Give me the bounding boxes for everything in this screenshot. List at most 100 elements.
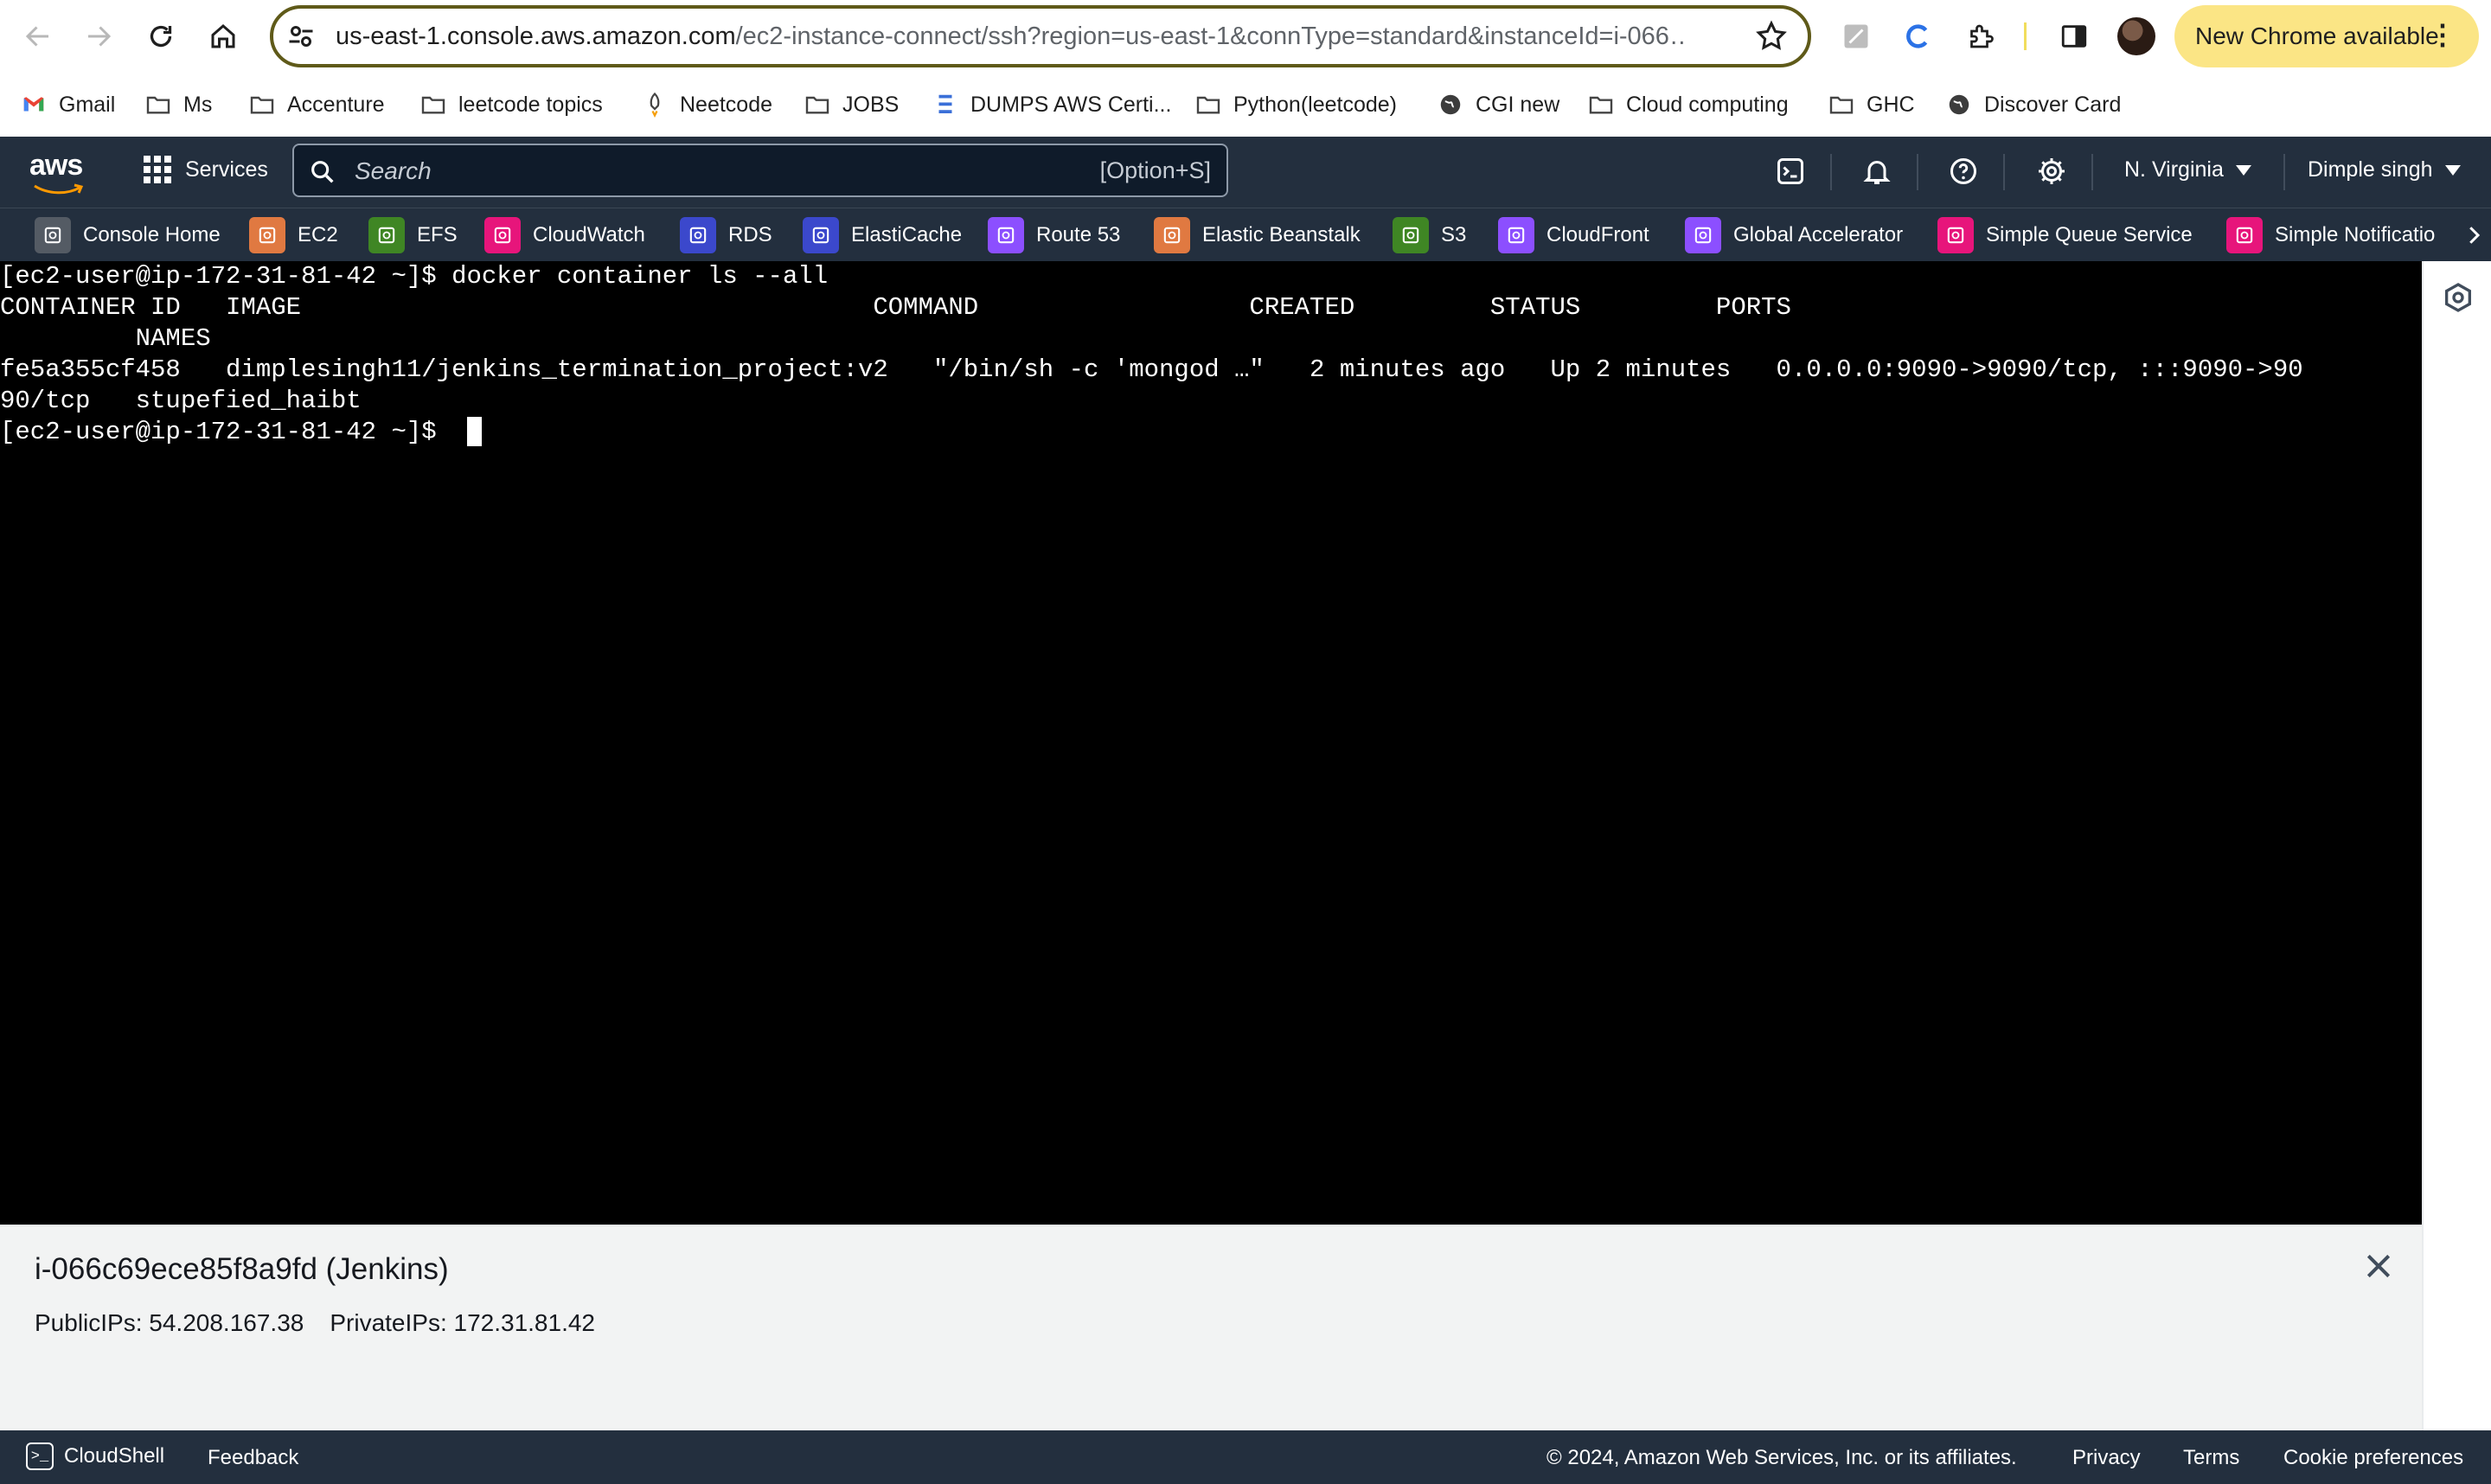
terminal-line: [ec2-user@ip-172-31-81-42 ~]$ [0, 418, 452, 446]
favorite-global-accelerator[interactable]: Global Accelerator [1685, 217, 1903, 253]
right-side-rail [2422, 261, 2491, 1430]
aws-logo-text: aws [29, 149, 83, 182]
extension-button[interactable] [1901, 19, 1936, 54]
forward-button[interactable] [80, 17, 118, 55]
home-icon [211, 24, 235, 48]
bookmark-label: Cloud computing [1626, 92, 1789, 117]
notifications-button[interactable] [1860, 154, 1894, 189]
help-button[interactable] [1946, 154, 1981, 189]
bookmark-folder-cloud-computing[interactable]: Cloud computing [1586, 90, 1789, 119]
favorite-label: Simple Queue Service [1986, 223, 2193, 246]
folder-icon [144, 90, 173, 119]
cloudshell-label: CloudShell [64, 1444, 165, 1468]
settings-button[interactable] [2034, 154, 2069, 189]
favorite-label: Simple Notificatio [2275, 223, 2436, 246]
profile-avatar[interactable] [2117, 17, 2155, 55]
globe-icon [1436, 90, 1465, 119]
bookmark-folder-ghc[interactable]: GHC [1827, 90, 1915, 119]
bookmark-label: Accenture [287, 92, 385, 117]
bookmark-folder-jobs[interactable]: JOBS [803, 90, 899, 119]
favorite-label: CloudFront [1546, 223, 1649, 246]
cloudshell-icon: >_ [26, 1442, 54, 1470]
bookmark-folder-python-leetcode[interactable]: Python(leetcode) [1194, 90, 1397, 119]
privacy-link[interactable]: Privacy [2072, 1446, 2141, 1470]
bookmark-neetcode[interactable]: Neetcode [640, 90, 772, 119]
bookmark-discover-card[interactable]: Discover Card [1944, 90, 2121, 119]
bookmark-dumps-aws[interactable]: DUMPS AWS Certi... [931, 90, 1171, 119]
puzzle-icon [1970, 24, 1994, 48]
cloudshell-footer-button[interactable]: >_ CloudShell [26, 1442, 164, 1470]
rocket-icon [640, 90, 669, 119]
folder-icon [247, 90, 277, 119]
aws-logo[interactable]: aws [29, 149, 83, 195]
bookmark-folder-leetcode-topics[interactable]: leetcode topics [419, 90, 603, 119]
bell-icon [1863, 161, 1891, 184]
service-icon [988, 217, 1024, 253]
home-button[interactable] [204, 17, 242, 55]
favorite-elastic-beanstalk[interactable]: Elastic Beanstalk [1154, 217, 1361, 253]
favorite-console-home[interactable]: Console Home [35, 217, 221, 253]
favorite-rds[interactable]: RDS [680, 217, 772, 253]
settings-hexagon-icon[interactable] [2441, 280, 2475, 315]
ssh-terminal[interactable]: [ec2-user@ip-172-31-81-42 ~]$ docker con… [0, 261, 2422, 1225]
side-panel-button[interactable] [2057, 19, 2091, 54]
bookmark-star-icon[interactable] [1754, 19, 1789, 54]
aws-search-box[interactable]: [Option+S] [292, 144, 1228, 197]
services-menu-button[interactable]: Services [144, 156, 268, 183]
forward-arrow-icon [88, 26, 112, 47]
address-bar[interactable]: us-east-1.console.aws.amazon.com/ec2-ins… [270, 5, 1811, 67]
favorite-cloudwatch[interactable]: CloudWatch [484, 217, 645, 253]
reload-button[interactable] [142, 17, 180, 55]
close-icon[interactable] [2361, 1249, 2396, 1283]
terms-link[interactable]: Terms [2183, 1446, 2239, 1470]
favorite-s3[interactable]: S3 [1393, 217, 1466, 253]
favorite-simple-notificatio[interactable]: Simple Notificatio [2226, 217, 2435, 253]
favorite-ec2[interactable]: EC2 [249, 217, 338, 253]
search-icon [311, 161, 334, 183]
favorite-cloudfront[interactable]: CloudFront [1498, 217, 1649, 253]
account-menu[interactable]: Dimple singh [2308, 157, 2461, 182]
favorite-label: EFS [417, 223, 458, 246]
bookmark-folder-ms[interactable]: Ms [144, 90, 212, 119]
terminal-line: CONTAINER ID IMAGE COMMAND CREATED STATU… [0, 293, 1791, 322]
bookmark-label: JOBS [842, 92, 900, 117]
search-input[interactable] [355, 154, 1047, 189]
folder-icon [803, 90, 832, 119]
feedback-link[interactable]: Feedback [208, 1446, 298, 1470]
favorite-efs[interactable]: EFS [368, 217, 458, 253]
favorites-scroll-right-button[interactable] [2456, 208, 2491, 262]
favorite-simple-queue-service[interactable]: Simple Queue Service [1937, 217, 2193, 253]
terminal-line: [ec2-user@ip-172-31-81-42 ~]$ docker con… [0, 262, 829, 291]
extension-button[interactable] [1839, 19, 1873, 54]
help-icon [1950, 158, 1976, 184]
back-button[interactable] [19, 17, 57, 55]
bookmark-gmail[interactable]: Gmail [19, 90, 115, 119]
site-settings-icon[interactable] [285, 21, 317, 52]
caret-down-icon [2235, 164, 2251, 176]
gear-icon [2039, 158, 2065, 184]
cloudshell-icon [1777, 158, 1803, 184]
service-icon [1685, 217, 1721, 253]
favorite-label: Console Home [83, 223, 221, 246]
favorite-elasticache[interactable]: ElastiCache [803, 217, 962, 253]
new-chrome-available-button[interactable]: New Chrome available ⋮ [2174, 5, 2479, 67]
favorite-label: ElastiCache [851, 223, 963, 246]
cookie-preferences-link[interactable]: Cookie preferences [2283, 1446, 2463, 1470]
public-ips: PublicIPs: 54.208.167.38 [35, 1309, 304, 1336]
dumps-icon [931, 90, 960, 119]
folder-icon [1194, 90, 1223, 119]
browser-toolbar: us-east-1.console.aws.amazon.com/ec2-ins… [0, 0, 2491, 73]
bookmark-folder-accenture[interactable]: Accenture [247, 90, 385, 119]
favorite-label: Global Accelerator [1733, 223, 1904, 246]
favorite-route-53[interactable]: Route 53 [988, 217, 1120, 253]
instance-ips: PublicIPs: 54.208.167.38 PrivateIPs: 172.… [35, 1309, 595, 1337]
region-selector[interactable]: N. Virginia [2124, 157, 2251, 182]
bookmark-label: Ms [183, 92, 213, 117]
region-label: N. Virginia [2124, 157, 2224, 182]
service-icon [680, 217, 716, 253]
favorite-label: CloudWatch [533, 223, 645, 246]
extensions-menu-button[interactable] [1963, 19, 1998, 54]
nav-divider [2283, 154, 2285, 190]
cloudshell-button[interactable] [1773, 154, 1808, 189]
bookmark-cgi-new[interactable]: CGI new [1436, 90, 1559, 119]
